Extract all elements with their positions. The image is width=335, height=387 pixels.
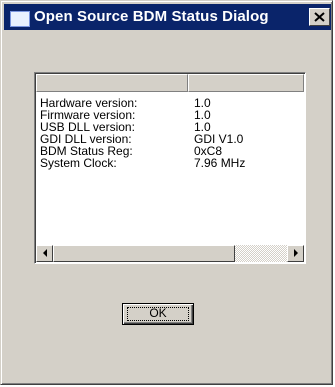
arrow-left-icon — [43, 249, 47, 257]
column-header-2[interactable] — [188, 74, 304, 92]
status-dialog-window: Open Source BDM Status Dialog Hardware v… — [0, 0, 333, 385]
app-window-icon — [10, 11, 30, 27]
title-bar[interactable]: Open Source BDM Status Dialog — [4, 4, 331, 30]
ok-button-label: OK — [149, 306, 167, 320]
item-label: System Clock: — [40, 156, 117, 170]
list-header — [36, 74, 304, 92]
close-button[interactable] — [309, 8, 330, 26]
close-icon — [314, 12, 325, 22]
scroll-left-button[interactable] — [36, 245, 53, 262]
status-list-view[interactable]: Hardware version: 1.0 Firmware version: … — [34, 72, 306, 264]
scroll-thumb[interactable] — [53, 245, 235, 262]
item-value: 7.96 MHz — [194, 156, 246, 170]
window-title: Open Source BDM Status Dialog — [34, 8, 269, 25]
ok-button[interactable]: OK — [122, 303, 194, 325]
column-header-1[interactable] — [36, 74, 188, 92]
arrow-right-icon — [294, 249, 298, 257]
scroll-right-button[interactable] — [287, 245, 304, 262]
horizontal-scrollbar[interactable] — [36, 245, 304, 262]
